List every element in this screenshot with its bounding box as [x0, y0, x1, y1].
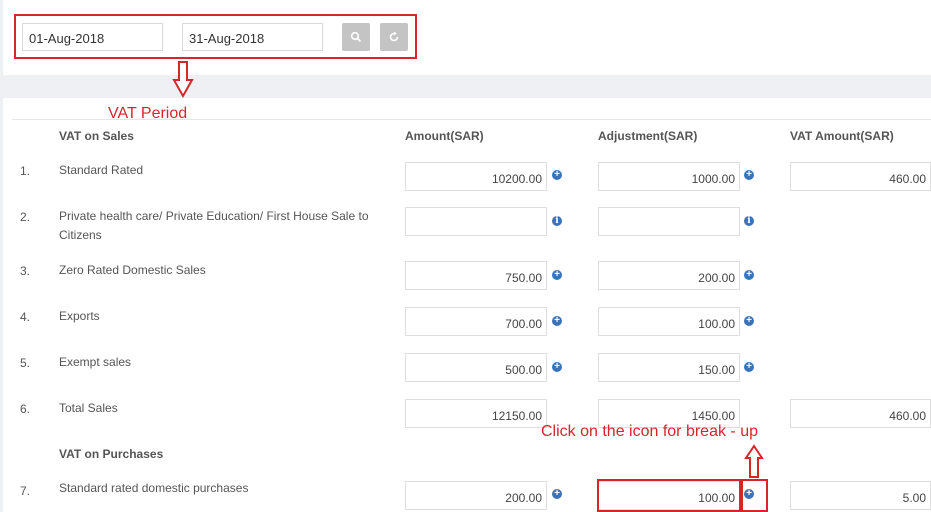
- row-number: 7.: [20, 484, 31, 498]
- row-label: Total Sales: [59, 401, 118, 415]
- row-number: 5.: [20, 356, 31, 370]
- from-date-input[interactable]: 01-Aug-2018: [22, 23, 163, 51]
- vat-amount-field[interactable]: 5.00: [790, 481, 931, 510]
- plus-circle-icon[interactable]: +: [552, 170, 562, 180]
- amount-field[interactable]: 12150.00: [405, 399, 547, 428]
- row-label: Standard Rated: [59, 163, 144, 177]
- vat-period-label: VAT Period: [108, 105, 188, 122]
- info-circle-icon[interactable]: i: [552, 216, 562, 226]
- vat-amount-column-header: VAT Amount(SAR): [790, 129, 894, 143]
- to-date-input[interactable]: 31-Aug-2018: [182, 23, 323, 51]
- plus-circle-icon[interactable]: +: [744, 316, 754, 326]
- adjustment-field[interactable]: 100.00: [598, 307, 740, 336]
- adjustment-column-header: Adjustment(SAR): [598, 129, 698, 143]
- row-label: Zero Rated Domestic Sales: [59, 263, 206, 277]
- amount-field[interactable]: 500.00: [405, 353, 547, 382]
- row-label: Standard rated domestic purchases: [59, 481, 249, 495]
- row-number: 2.: [20, 210, 31, 224]
- row-number: 3.: [20, 264, 31, 278]
- row-label: Private health care/ Private Education/ …: [59, 209, 369, 242]
- adjustment-field[interactable]: [598, 207, 740, 236]
- refresh-button[interactable]: [380, 23, 408, 51]
- amount-field[interactable]: 10200.00: [405, 162, 547, 191]
- info-circle-icon[interactable]: i: [744, 216, 754, 226]
- row-label: Exports: [59, 309, 100, 323]
- plus-circle-icon[interactable]: +: [552, 316, 562, 326]
- plus-circle-icon[interactable]: +: [552, 270, 562, 280]
- vat-on-purchases-heading: VAT on Purchases: [59, 447, 164, 461]
- amount-field[interactable]: 750.00: [405, 261, 547, 290]
- row-label: Exempt sales: [59, 355, 132, 369]
- plus-circle-icon[interactable]: +: [744, 170, 754, 180]
- up-arrow-annotation: [744, 444, 764, 478]
- row-number: 4.: [20, 310, 31, 324]
- refresh-icon: [389, 31, 399, 42]
- adjustment-field[interactable]: 1000.00: [598, 162, 740, 191]
- vat-on-sales-heading: VAT on Sales: [59, 129, 134, 143]
- plus-circle-icon[interactable]: +: [744, 489, 754, 499]
- search-button[interactable]: [342, 23, 370, 51]
- adjustment-field[interactable]: 200.00: [598, 261, 740, 290]
- down-arrow-annotation: [172, 61, 194, 99]
- amount-field[interactable]: 200.00: [405, 481, 547, 510]
- row-number: 6.: [20, 402, 31, 416]
- search-icon: [350, 31, 362, 43]
- adjustment-field[interactable]: 150.00: [598, 353, 740, 382]
- plus-circle-icon[interactable]: +: [552, 362, 562, 372]
- amount-field[interactable]: [405, 207, 547, 236]
- breakup-hint-label: Click on the icon for break - up: [541, 423, 758, 440]
- vat-amount-field[interactable]: 460.00: [790, 399, 931, 428]
- amount-field[interactable]: 700.00: [405, 307, 547, 336]
- plus-circle-icon[interactable]: +: [552, 489, 562, 499]
- row-number: 1.: [20, 164, 31, 178]
- vat-amount-field[interactable]: 460.00: [790, 162, 931, 191]
- amount-column-header: Amount(SAR): [405, 129, 484, 143]
- plus-circle-icon[interactable]: +: [744, 362, 754, 372]
- plus-circle-icon[interactable]: +: [744, 270, 754, 280]
- adjustment-field[interactable]: 100.00: [598, 481, 740, 510]
